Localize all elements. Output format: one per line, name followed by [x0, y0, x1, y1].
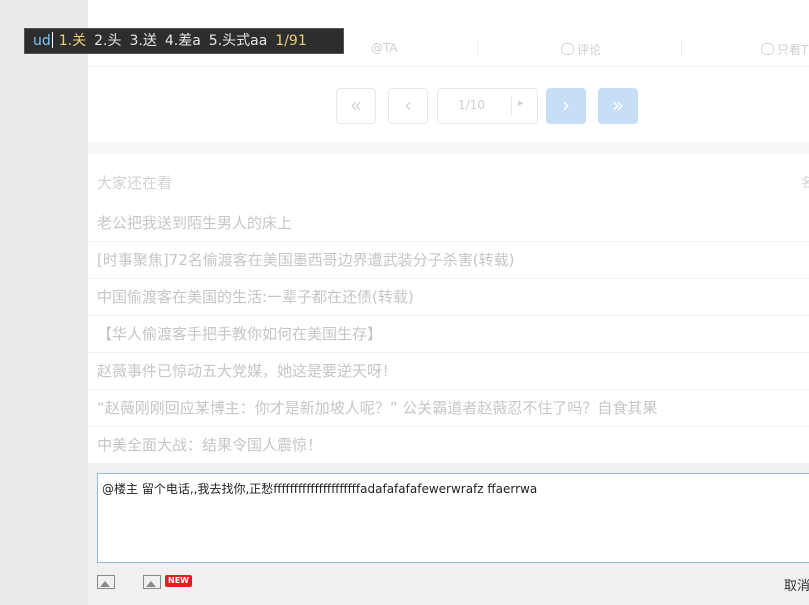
comment-icon [561, 43, 574, 55]
page-indicator[interactable]: 1/10 ▸ [437, 88, 538, 124]
post-page: @TA 评论 只看T « ‹ 1/10 ▸ › » 大家还在看 名 老公把我送到… [88, 0, 809, 605]
pagination: « ‹ 1/10 ▸ › » [88, 88, 809, 124]
insert-image-button[interactable] [97, 574, 115, 593]
picture-icon [143, 575, 161, 589]
only-op-link[interactable]: 只看T [761, 41, 808, 58]
ime-composition: ud [33, 33, 51, 49]
page-number: 1/10 [458, 98, 485, 112]
new-badge: NEW [165, 575, 192, 587]
at-ta-label: @TA [371, 41, 398, 55]
ime-page-indicator: 1/91 [275, 33, 307, 49]
recommended-item[interactable]: 赵薇事件已惊动五大党媒，她这是要逆天呀！ [88, 353, 809, 390]
recommended-item[interactable]: 中美全面大战：结果令国人震惊！ [88, 427, 809, 464]
prev-page-button[interactable]: ‹ [388, 88, 428, 124]
only-op-label: 只看T [777, 43, 809, 57]
ime-candidate[interactable]: 4.差a [165, 33, 201, 49]
ime-caret [51, 32, 53, 48]
comment-link[interactable]: 评论 [561, 41, 601, 58]
insert-graffiti-button[interactable]: NEW [143, 574, 192, 593]
reply-text: @楼主 留个电话,,我去找你,正愁fffffffffffffffffffffad… [102, 482, 538, 496]
recommended-item[interactable]: [时事聚焦]72名偷渡客在美国墨西哥边界遭武装分子杀害(转载) [88, 242, 809, 279]
page-go-icon[interactable]: ▸ [518, 96, 524, 109]
cancel-button[interactable]: 取消 [784, 575, 809, 594]
ime-candidate[interactable]: 3.送 [129, 33, 156, 49]
ime-candidate[interactable]: 5.头式aa [209, 33, 268, 49]
reply-editor-panel: @楼主 留个电话,,我去找你,正愁fffffffffffffffffffffad… [88, 463, 809, 605]
first-page-button[interactable]: « [336, 88, 376, 124]
reply-input[interactable]: @楼主 留个电话,,我去找你,正愁fffffffffffffffffffffad… [97, 473, 809, 563]
recommended-item[interactable]: “赵薇刚刚回应某博主：你才是新加坡人呢？” 公关霸道者赵薇忍不住了吗？自食其果 [88, 390, 809, 427]
recommended-title: 大家还在看 [97, 174, 173, 192]
section-gap [88, 142, 809, 154]
next-page-button[interactable]: › [546, 88, 586, 124]
at-ta-link[interactable]: @TA [371, 41, 398, 55]
recommended-item[interactable]: 【华人偷渡客手把手教你如何在美国生存】 [88, 316, 809, 353]
ime-candidate[interactable]: 2.头 [94, 33, 121, 49]
eye-icon [761, 43, 774, 55]
ime-candidate-bar: ud 1.关 2.头 3.送 4.差a 5.头式aa 1/91 [24, 28, 344, 54]
divider [681, 40, 682, 56]
recommended-item[interactable]: 中国偷渡客在美国的生活:一辈子都在还债(转载) [88, 279, 809, 316]
last-page-button[interactable]: » [598, 88, 638, 124]
divider [511, 97, 512, 115]
image-icon [97, 575, 115, 589]
divider [477, 40, 478, 56]
recommended-more-link[interactable]: 名 [801, 172, 809, 191]
comment-label: 评论 [577, 43, 602, 57]
recommended-item[interactable]: 老公把我送到陌生男人的床上 [88, 205, 809, 242]
recommended-list: 老公把我送到陌生男人的床上 [时事聚焦]72名偷渡客在美国墨西哥边界遭武装分子杀… [88, 205, 809, 464]
ime-candidate[interactable]: 1.关 [59, 33, 86, 49]
